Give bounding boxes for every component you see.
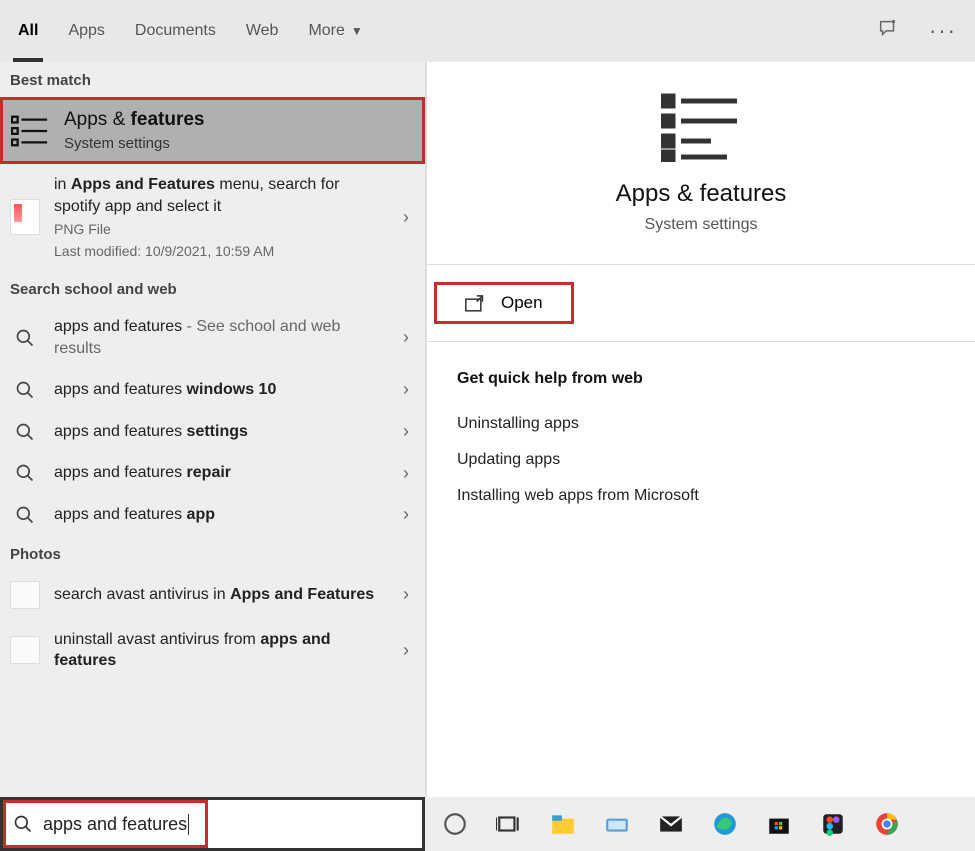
preview-title: Apps & features xyxy=(616,180,787,208)
tab-apps[interactable]: Apps xyxy=(68,0,104,62)
cortana-icon[interactable] xyxy=(441,810,469,838)
keyboard-icon[interactable] xyxy=(603,810,631,838)
apps-features-large-icon xyxy=(661,92,741,162)
photo-icon xyxy=(10,581,40,609)
file-result-title: in Apps and Features menu, search for sp… xyxy=(54,174,383,217)
preview-subtitle: System settings xyxy=(645,216,758,234)
file-result-modified: Last modified: 10/9/2021, 10:59 AM xyxy=(54,242,383,261)
web-result-1[interactable]: apps and features windows 10 › xyxy=(0,369,425,411)
chevron-right-icon[interactable]: › xyxy=(397,421,415,442)
chevron-right-icon[interactable]: › xyxy=(397,327,415,348)
preview-pane: Apps & features System settings Open Get… xyxy=(425,62,975,797)
photo-icon xyxy=(10,636,40,664)
mail-icon[interactable] xyxy=(657,810,685,838)
search-icon xyxy=(13,814,33,834)
search-tab-bar: All Apps Documents Web More▼ ··· xyxy=(0,0,975,62)
figma-icon[interactable] xyxy=(819,810,847,838)
chevron-right-icon[interactable]: › xyxy=(397,379,415,400)
help-link-0[interactable]: Uninstalling apps xyxy=(457,406,945,442)
open-icon xyxy=(465,295,485,311)
search-results-pane: Best match Apps & features System settin… xyxy=(0,62,425,797)
open-button[interactable]: Open xyxy=(437,285,571,321)
tab-documents[interactable]: Documents xyxy=(135,0,216,62)
search-input-container[interactable]: apps and features xyxy=(0,797,425,851)
taskbar xyxy=(425,797,975,851)
open-label: Open xyxy=(501,293,543,313)
more-options-icon[interactable]: ··· xyxy=(929,18,957,44)
file-result-type: PNG File xyxy=(54,220,383,239)
chevron-right-icon[interactable]: › xyxy=(397,640,415,661)
png-file-icon xyxy=(10,199,40,235)
web-result-4[interactable]: apps and features app › xyxy=(0,494,425,536)
chevron-down-icon: ▼ xyxy=(351,24,363,38)
help-link-2[interactable]: Installing web apps from Microsoft xyxy=(457,478,945,514)
chevron-right-icon[interactable]: › xyxy=(397,463,415,484)
chevron-right-icon[interactable]: › xyxy=(397,504,415,525)
edge-icon[interactable] xyxy=(711,810,739,838)
web-result-2[interactable]: apps and features settings › xyxy=(0,411,425,453)
task-view-icon[interactable] xyxy=(495,810,523,838)
file-explorer-icon[interactable] xyxy=(549,810,577,838)
help-header: Get quick help from web xyxy=(457,370,945,388)
best-match-item[interactable]: Apps & features System settings xyxy=(0,97,425,164)
help-link-1[interactable]: Updating apps xyxy=(457,442,945,478)
best-match-title: Apps & features xyxy=(64,109,204,131)
chrome-icon[interactable] xyxy=(873,810,901,838)
microsoft-store-icon[interactable] xyxy=(765,810,793,838)
section-photos: Photos xyxy=(0,536,425,571)
chevron-right-icon[interactable]: › xyxy=(397,584,415,605)
section-best-match: Best match xyxy=(0,62,425,97)
search-icon xyxy=(10,422,40,442)
search-icon xyxy=(10,463,40,483)
photo-result-1[interactable]: uninstall avast antivirus from apps and … xyxy=(0,619,425,682)
tab-web[interactable]: Web xyxy=(246,0,279,62)
search-input-value[interactable]: apps and features xyxy=(43,814,189,835)
chevron-right-icon[interactable]: › xyxy=(397,207,415,228)
tab-more[interactable]: More▼ xyxy=(308,0,362,62)
best-match-subtitle: System settings xyxy=(64,135,204,152)
file-result[interactable]: in Apps and Features menu, search for sp… xyxy=(0,164,425,271)
feedback-icon[interactable] xyxy=(877,18,899,45)
tab-all[interactable]: All xyxy=(18,0,38,62)
web-result-0[interactable]: apps and features - See school and web r… xyxy=(0,306,425,369)
search-icon xyxy=(10,505,40,525)
list-settings-icon xyxy=(10,114,50,148)
photo-result-0[interactable]: search avast antivirus in Apps and Featu… xyxy=(0,571,425,619)
search-icon xyxy=(10,328,40,348)
search-icon xyxy=(10,380,40,400)
section-school-web: Search school and web xyxy=(0,271,425,306)
web-result-3[interactable]: apps and features repair › xyxy=(0,452,425,494)
